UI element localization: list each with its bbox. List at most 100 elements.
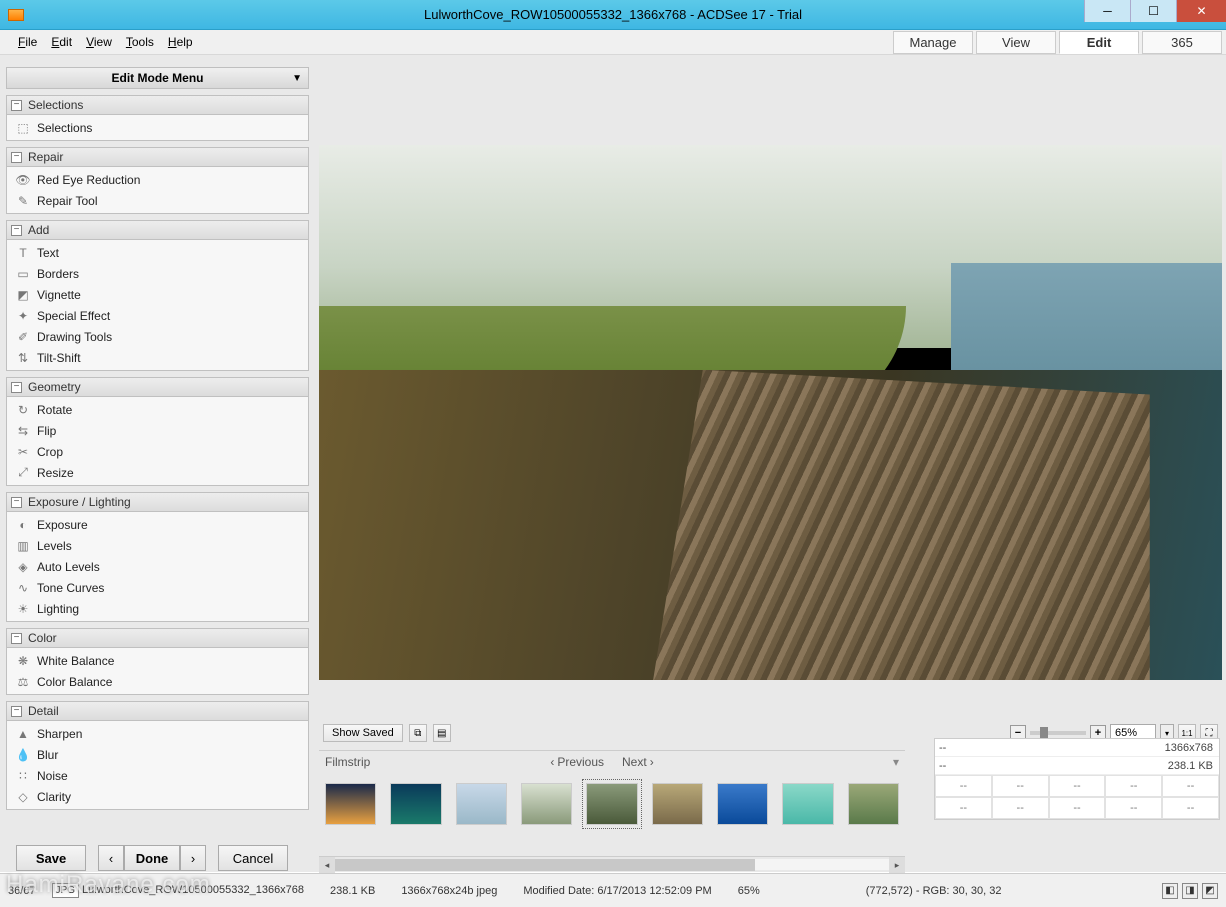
- group-repair: −Repair👁Red Eye Reduction✎Repair Tool: [6, 147, 309, 214]
- mode-tab-view[interactable]: View: [976, 31, 1056, 54]
- filmstrip-thumb[interactable]: [456, 783, 507, 825]
- blur-icon: 💧: [15, 748, 31, 762]
- filmstrip-thumb[interactable]: [652, 783, 703, 825]
- tool-auto-levels[interactable]: ◈Auto Levels: [7, 556, 308, 577]
- info-panel: --1366x768 --238.1 KB ------------------…: [928, 732, 1226, 820]
- collapse-icon: −: [11, 152, 22, 163]
- tool-sharpen[interactable]: ▲Sharpen: [7, 723, 308, 744]
- group-title: Repair: [28, 150, 63, 164]
- mode-tab-365[interactable]: 365: [1142, 31, 1222, 54]
- tool-repair-tool[interactable]: ✎ Repair Tool: [7, 190, 308, 211]
- group-header[interactable]: −Selections: [6, 95, 309, 115]
- group-header[interactable]: −Repair: [6, 147, 309, 167]
- group-header[interactable]: −Add: [6, 220, 309, 240]
- filmstrip-scrollbar[interactable]: ◂ ▸: [319, 856, 905, 872]
- tool-drawing-tools[interactable]: ✐Drawing Tools: [7, 326, 308, 347]
- mode-tab-edit[interactable]: Edit: [1059, 31, 1139, 54]
- group-header[interactable]: −Geometry: [6, 377, 309, 397]
- close-button[interactable]: ✕: [1176, 0, 1226, 22]
- crop-icon: ✂: [15, 445, 31, 459]
- mode-tab-manage[interactable]: Manage: [893, 31, 973, 54]
- info-label-1: --: [935, 742, 1139, 754]
- auto-levels-icon: ◈: [15, 560, 31, 574]
- scroll-left-icon[interactable]: ◂: [319, 857, 335, 873]
- tool-text[interactable]: TText: [7, 242, 308, 263]
- group-header[interactable]: −Color: [6, 628, 309, 648]
- tool-special-effect[interactable]: ✦Special Effect: [7, 305, 308, 326]
- tool-resize[interactable]: ⤢Resize: [7, 462, 308, 483]
- collapse-icon: −: [11, 382, 22, 393]
- tool-tone-curves[interactable]: ∿Tone Curves: [7, 577, 308, 598]
- status-icon-3[interactable]: ◩: [1202, 883, 1218, 899]
- filmstrip-thumb[interactable]: [717, 783, 768, 825]
- collapse-icon: −: [11, 225, 22, 236]
- filmstrip-thumb[interactable]: [521, 783, 572, 825]
- show-saved-button[interactable]: Show Saved: [323, 724, 403, 742]
- exposure-icon: ◐: [15, 518, 31, 532]
- tool-vignette[interactable]: ◩Vignette: [7, 284, 308, 305]
- group-header[interactable]: −Detail: [6, 701, 309, 721]
- tool-label: Flip: [37, 424, 56, 438]
- cancel-button[interactable]: Cancel: [218, 845, 288, 871]
- tool-noise[interactable]: ∷Noise: [7, 765, 308, 786]
- info-filesize: 238.1 KB: [1139, 760, 1219, 772]
- histogram-icon[interactable]: ▤: [433, 724, 451, 742]
- group-header[interactable]: −Exposure / Lighting: [6, 492, 309, 512]
- status-icon-2[interactable]: ◨: [1182, 883, 1198, 899]
- tool-color-balance[interactable]: ⚖Color Balance: [7, 671, 308, 692]
- tool-crop[interactable]: ✂ Crop: [7, 441, 308, 462]
- tool-borders[interactable]: ▭Borders: [7, 263, 308, 284]
- tool-tilt-shift[interactable]: ⇅Tilt-Shift: [7, 347, 308, 368]
- tool-label: Crop: [37, 445, 63, 459]
- maximize-button[interactable]: ☐: [1130, 0, 1176, 22]
- filmstrip-thumb[interactable]: [586, 783, 637, 825]
- special-effect-icon: ✦: [15, 309, 31, 323]
- edit-action-buttons: Save ‹ Done › Cancel: [16, 845, 288, 871]
- scroll-right-icon[interactable]: ▸: [889, 857, 905, 873]
- tool-red-eye-reduction[interactable]: 👁Red Eye Reduction: [7, 169, 308, 190]
- image-preview[interactable]: [319, 145, 1222, 680]
- group-selections: −Selections⬚Selections: [6, 95, 309, 141]
- filmstrip-collapse-icon[interactable]: ▾: [893, 755, 899, 769]
- menu-file[interactable]: File: [18, 35, 37, 49]
- filmstrip-thumb[interactable]: [325, 783, 376, 825]
- tool-levels[interactable]: ▥Levels: [7, 535, 308, 556]
- scrollbar-thumb[interactable]: [335, 859, 755, 871]
- filmstrip-thumb[interactable]: [390, 783, 441, 825]
- tool-clarity[interactable]: ◇Clarity: [7, 786, 308, 807]
- menu-help[interactable]: Help: [168, 35, 193, 49]
- tool-label: Blur: [37, 748, 58, 762]
- save-button[interactable]: Save: [16, 845, 86, 871]
- done-next-button[interactable]: ›: [180, 845, 206, 871]
- tool-rotate[interactable]: ↻Rotate: [7, 399, 308, 420]
- filmstrip-thumb[interactable]: [848, 783, 899, 825]
- tool-white-balance[interactable]: ❋White Balance: [7, 650, 308, 671]
- filmstrip-previous-button[interactable]: ‹ Previous: [550, 755, 604, 769]
- vignette-icon: ◩: [15, 288, 31, 302]
- status-icon-1[interactable]: ◧: [1162, 883, 1178, 899]
- group-body: 👁Red Eye Reduction ✎ Repair Tool: [6, 167, 309, 214]
- menu-tools[interactable]: Tools: [126, 35, 154, 49]
- compare-icon[interactable]: ⧉: [409, 724, 427, 742]
- done-button[interactable]: Done: [124, 845, 180, 871]
- menu-view[interactable]: View: [86, 35, 112, 49]
- tool-label: Text: [37, 246, 59, 260]
- info-dimensions: 1366x768: [1139, 742, 1219, 754]
- done-previous-button[interactable]: ‹: [98, 845, 124, 871]
- filmstrip-thumb[interactable]: [782, 783, 833, 825]
- minimize-button[interactable]: ─: [1084, 0, 1130, 22]
- chevron-right-icon: ›: [650, 755, 654, 769]
- tool-blur[interactable]: 💧 Blur: [7, 744, 308, 765]
- collapse-icon: −: [11, 497, 22, 508]
- tool-lighting[interactable]: ☀Lighting: [7, 598, 308, 619]
- tilt-shift-icon: ⇅: [15, 351, 31, 365]
- tool-selections[interactable]: ⬚Selections: [7, 117, 308, 138]
- menu-edit[interactable]: Edit: [51, 35, 72, 49]
- edit-mode-menu-button[interactable]: Edit Mode Menu ▼: [6, 67, 309, 89]
- filmstrip-next-button[interactable]: Next ›: [622, 755, 654, 769]
- tool-flip[interactable]: ⇆Flip: [7, 420, 308, 441]
- tool-label: Sharpen: [37, 727, 82, 741]
- tool-label: Repair Tool: [37, 194, 97, 208]
- repair-tool-icon: ✎: [15, 194, 31, 208]
- tool-exposure[interactable]: ◐Exposure: [7, 514, 308, 535]
